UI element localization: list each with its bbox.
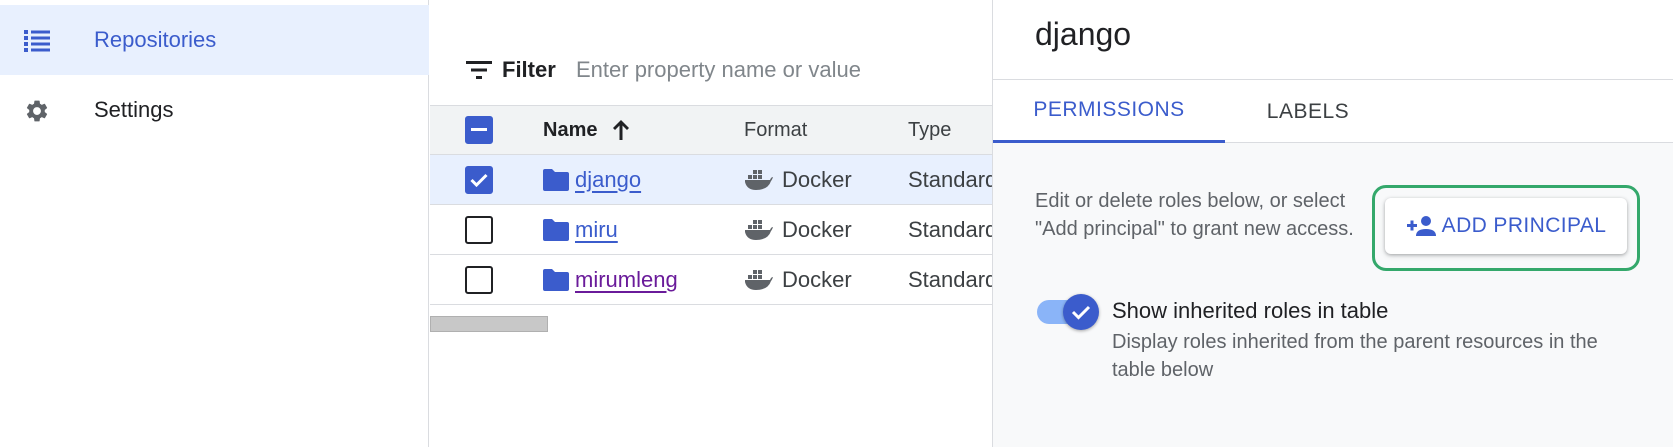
repository-list: Filter Name xyxy=(430,0,992,447)
toggle-title: Show inherited roles in table xyxy=(1112,298,1389,323)
type-cell: Standard xyxy=(908,205,992,254)
sidebar-item-settings[interactable]: Settings xyxy=(0,75,429,145)
type-text: Standard xyxy=(908,266,992,292)
indeterminate-icon xyxy=(471,128,487,131)
repository-link[interactable]: miru xyxy=(575,217,618,243)
format-text: Docker xyxy=(782,266,852,292)
table-header: Name Format Type xyxy=(430,105,992,155)
sidebar-item-label: Settings xyxy=(94,97,174,122)
row-checkbox[interactable] xyxy=(465,215,493,244)
row-checkbox[interactable] xyxy=(465,165,493,194)
gear-icon xyxy=(24,98,50,124)
repository-table: Name Format Type django Docker Standard … xyxy=(430,105,992,305)
column-label: Format xyxy=(744,118,808,141)
select-all-checkbox[interactable] xyxy=(465,116,493,144)
tab-permissions[interactable]: PERMISSIONS xyxy=(993,80,1225,143)
column-header-type[interactable]: Type xyxy=(908,106,951,154)
folder-icon xyxy=(543,268,569,291)
repository-link[interactable]: django xyxy=(575,167,641,193)
checkmark-icon xyxy=(1071,305,1091,320)
checkmark-icon xyxy=(470,173,488,187)
column-label: Name xyxy=(543,118,598,141)
sidebar: Repositories Settings xyxy=(0,0,429,447)
name-cell: miru xyxy=(543,205,618,254)
column-header-format[interactable]: Format xyxy=(744,106,807,154)
type-cell: Standard xyxy=(908,255,992,304)
filter-bar: Filter xyxy=(430,40,992,100)
table-row[interactable]: miru Docker Standard xyxy=(430,205,992,255)
type-text: Standard xyxy=(908,166,992,192)
name-cell: django xyxy=(543,155,641,204)
row-checkbox-cell xyxy=(465,205,493,254)
repository-link[interactable]: mirumleng xyxy=(575,267,678,293)
folder-icon xyxy=(543,218,569,241)
format-cell: Docker xyxy=(744,155,852,204)
format-cell: Docker xyxy=(744,205,852,254)
arrow-up-icon xyxy=(613,120,630,140)
docker-icon xyxy=(745,269,773,290)
table-row[interactable]: mirumleng Docker Standard xyxy=(430,255,992,305)
format-text: Docker xyxy=(782,216,852,242)
inherited-roles-toggle[interactable] xyxy=(1035,294,1099,330)
toggle-thumb xyxy=(1063,294,1099,330)
filter-icon[interactable] xyxy=(466,58,492,82)
filter-label: Filter xyxy=(502,57,556,82)
format-text: Docker xyxy=(782,166,852,192)
row-checkbox[interactable] xyxy=(465,265,493,294)
panel-header: django xyxy=(993,0,1673,80)
name-cell: mirumleng xyxy=(543,255,678,304)
horizontal-scrollbar[interactable] xyxy=(430,316,548,332)
row-checkbox-cell xyxy=(465,155,493,204)
table-row[interactable]: django Docker Standard xyxy=(430,155,992,205)
docker-icon xyxy=(745,169,773,190)
permissions-description: Edit or delete roles below, or select "A… xyxy=(1035,190,1354,240)
list-icon xyxy=(24,28,50,54)
sidebar-item-label: Repositories xyxy=(94,27,217,52)
add-principal-label: ADD PRINCIPAL xyxy=(1441,214,1607,237)
add-principal-button[interactable]: ADD PRINCIPAL xyxy=(1385,198,1627,254)
type-text: Standard xyxy=(908,216,992,242)
panel-tabs: PERMISSIONS LABELS xyxy=(993,80,1673,143)
filter-input[interactable] xyxy=(576,50,986,90)
column-label: Type xyxy=(908,118,952,141)
tab-labels[interactable]: LABELS xyxy=(1225,80,1391,143)
panel-title: django xyxy=(1035,16,1132,52)
toggle-description: Display roles inherited from the parent … xyxy=(1112,331,1598,381)
type-cell: Standard xyxy=(908,155,992,204)
add-person-icon xyxy=(1406,216,1436,236)
docker-icon xyxy=(745,219,773,240)
select-all-cell xyxy=(465,106,493,154)
info-panel: django PERMISSIONS LABELS Edit or delete… xyxy=(992,0,1673,447)
app-root: Repositories Settings Filter Enter prope… xyxy=(0,0,1673,447)
folder-icon xyxy=(543,168,569,191)
row-checkbox-cell xyxy=(465,255,493,304)
sidebar-item-repositories[interactable]: Repositories xyxy=(0,5,429,75)
format-cell: Docker xyxy=(744,255,852,304)
column-header-name[interactable]: Name xyxy=(543,106,631,154)
